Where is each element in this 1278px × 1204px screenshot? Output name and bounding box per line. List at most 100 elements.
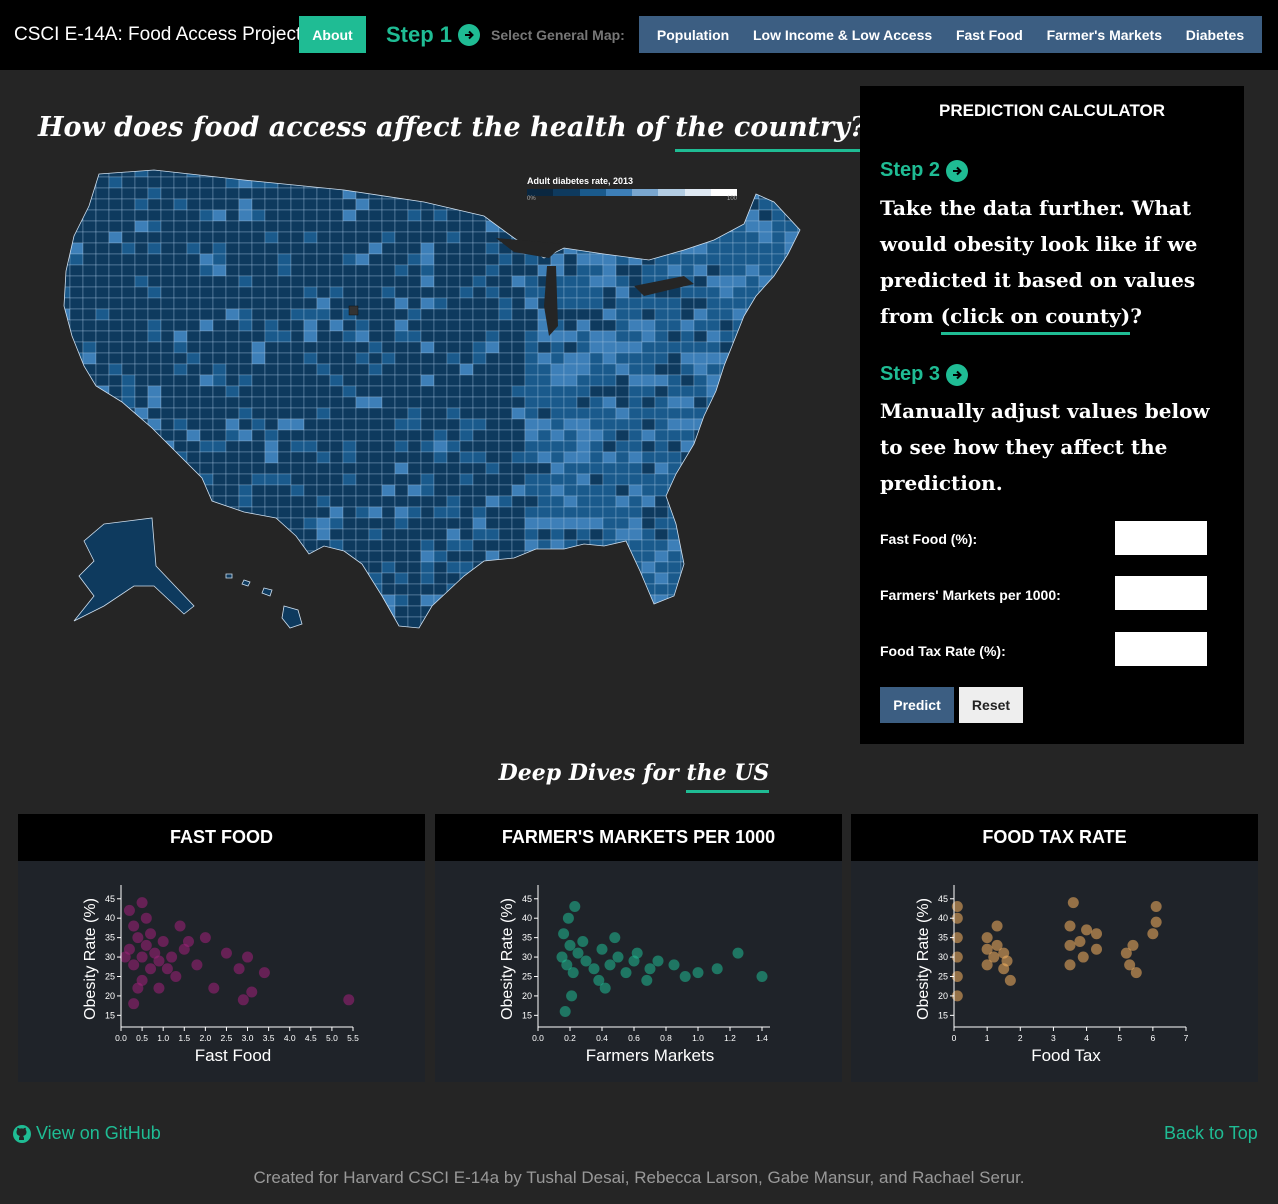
county-cell[interactable] xyxy=(615,319,630,332)
county-cell[interactable] xyxy=(44,331,57,342)
county-cell[interactable] xyxy=(82,627,97,638)
county-cell[interactable] xyxy=(329,264,344,277)
county-cell[interactable] xyxy=(394,418,409,431)
county-cell[interactable] xyxy=(550,605,565,618)
county-cell[interactable] xyxy=(498,286,513,299)
county-cell[interactable] xyxy=(108,286,123,299)
county-cell[interactable] xyxy=(771,594,786,607)
county-cell[interactable] xyxy=(784,385,799,398)
county-cell[interactable] xyxy=(576,319,591,332)
county-cell[interactable] xyxy=(524,385,539,398)
county-cell[interactable] xyxy=(342,462,357,475)
county-cell[interactable] xyxy=(498,506,513,519)
county-cell[interactable] xyxy=(563,616,578,628)
county-cell[interactable] xyxy=(394,462,409,475)
county-cell[interactable] xyxy=(485,264,500,277)
county-cell[interactable] xyxy=(784,484,799,497)
county-cell[interactable] xyxy=(44,287,57,298)
county-cell[interactable] xyxy=(758,484,773,497)
county-cell[interactable] xyxy=(680,297,695,310)
county-cell[interactable] xyxy=(199,286,214,299)
county-cell[interactable] xyxy=(446,616,461,628)
county-cell[interactable] xyxy=(706,539,721,552)
county-cell[interactable] xyxy=(316,253,331,266)
county-cell[interactable] xyxy=(69,374,84,387)
county-cell[interactable] xyxy=(251,242,266,255)
county-cell[interactable] xyxy=(576,561,591,574)
county-cell[interactable] xyxy=(550,220,565,233)
county-cell[interactable] xyxy=(576,363,591,376)
county-cell[interactable] xyxy=(628,352,643,365)
county-cell[interactable] xyxy=(134,253,149,266)
county-cell[interactable] xyxy=(706,605,721,618)
county-cell[interactable] xyxy=(459,396,474,409)
county-cell[interactable] xyxy=(95,308,110,321)
back-to-top-link[interactable]: Back to Top xyxy=(1164,1123,1258,1144)
county-cell[interactable] xyxy=(784,517,799,530)
county-cell[interactable] xyxy=(433,605,448,618)
county-cell[interactable] xyxy=(57,275,71,288)
county-cell[interactable] xyxy=(550,385,565,398)
county-cell[interactable] xyxy=(693,616,708,628)
county-cell[interactable] xyxy=(472,484,487,497)
county-cell[interactable] xyxy=(524,220,539,233)
county-cell[interactable] xyxy=(706,407,721,420)
county-cell[interactable] xyxy=(342,341,357,354)
county-cell[interactable] xyxy=(537,363,552,376)
county-cell[interactable] xyxy=(706,220,721,233)
county-cell[interactable] xyxy=(576,616,591,628)
county-cell[interactable] xyxy=(654,561,669,574)
county-cell[interactable] xyxy=(407,605,422,618)
county-cell[interactable] xyxy=(485,231,500,244)
county-cell[interactable] xyxy=(355,418,370,431)
county-cell[interactable] xyxy=(459,484,474,497)
county-cell[interactable] xyxy=(303,440,318,453)
county-cell[interactable] xyxy=(511,517,526,530)
county-cell[interactable] xyxy=(498,176,513,189)
county-cell[interactable] xyxy=(784,506,799,519)
county-cell[interactable] xyxy=(95,187,110,200)
county-cell[interactable] xyxy=(719,264,734,277)
county-cell[interactable] xyxy=(550,627,565,638)
county-cell[interactable] xyxy=(290,429,305,442)
county-cell[interactable] xyxy=(264,407,279,420)
county-cell[interactable] xyxy=(771,286,786,299)
county-cell[interactable] xyxy=(290,374,305,387)
county-cell[interactable] xyxy=(108,166,123,178)
county-cell[interactable] xyxy=(251,506,266,519)
county-cell[interactable] xyxy=(407,385,422,398)
county-cell[interactable] xyxy=(498,264,513,277)
county-cell[interactable] xyxy=(811,573,814,584)
county-cell[interactable] xyxy=(732,539,747,552)
county-cell[interactable] xyxy=(44,210,57,221)
county-cell[interactable] xyxy=(186,407,201,420)
county-cell[interactable] xyxy=(628,495,643,508)
county-cell[interactable] xyxy=(225,605,240,618)
county-cell[interactable] xyxy=(290,495,305,508)
county-cell[interactable] xyxy=(420,440,435,453)
county-cell[interactable] xyxy=(446,451,461,464)
county-cell[interactable] xyxy=(290,220,305,233)
county-cell[interactable] xyxy=(563,374,578,387)
county-cell[interactable] xyxy=(407,550,422,563)
county-cell[interactable] xyxy=(811,298,814,309)
county-cell[interactable] xyxy=(485,297,500,310)
county-cell[interactable] xyxy=(511,627,526,638)
county-cell[interactable] xyxy=(446,253,461,266)
county-cell[interactable] xyxy=(264,627,279,638)
county-cell[interactable] xyxy=(745,187,760,200)
county-cell[interactable] xyxy=(732,429,747,442)
county-cell[interactable] xyxy=(771,418,786,431)
county-cell[interactable] xyxy=(459,462,474,475)
county-cell[interactable] xyxy=(732,231,747,244)
county-cell[interactable] xyxy=(173,176,188,189)
county-cell[interactable] xyxy=(732,528,747,541)
county-cell[interactable] xyxy=(186,396,201,409)
county-cell[interactable] xyxy=(57,495,71,508)
county-cell[interactable] xyxy=(498,462,513,475)
county-cell[interactable] xyxy=(212,286,227,299)
county-cell[interactable] xyxy=(433,451,448,464)
county-cell[interactable] xyxy=(589,462,604,475)
county-cell[interactable] xyxy=(95,616,110,628)
county-cell[interactable] xyxy=(82,166,97,178)
